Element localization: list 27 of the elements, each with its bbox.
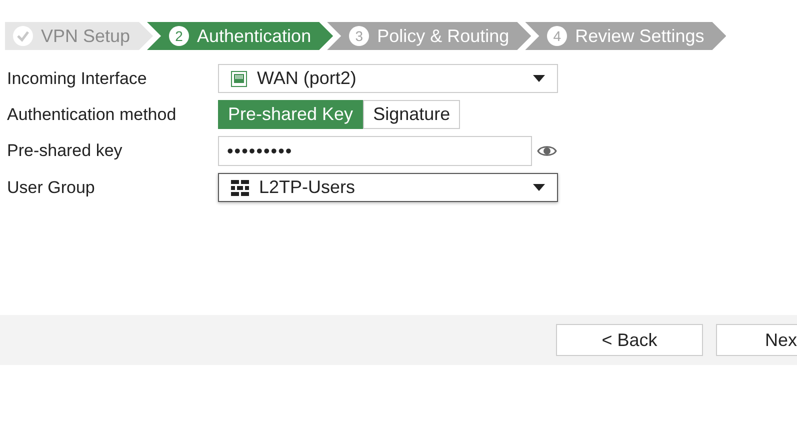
group-icon [231, 180, 249, 196]
field-label: Authentication method [7, 104, 178, 126]
port-icon [231, 70, 247, 86]
method-toggle[interactable]: Signature [363, 100, 460, 129]
eye-icon[interactable] [537, 144, 557, 158]
step-label: Authentication [197, 24, 312, 48]
back-button[interactable]: < Back [556, 324, 703, 356]
dropdown-value: WAN (port2) [257, 67, 358, 90]
check-icon [13, 26, 33, 46]
field-label: User Group [7, 176, 96, 199]
field-label: Incoming Interface [7, 68, 148, 90]
step-label: Review Settings [575, 24, 704, 48]
step-label: VPN Setup [41, 24, 130, 48]
step-number: 3 [349, 26, 370, 46]
next-button[interactable]: Nex [716, 324, 797, 356]
caret-icon [533, 184, 545, 192]
field-label: Pre-shared key [7, 140, 124, 162]
step-number: 4 [547, 26, 568, 46]
step-label: Policy & Routing [377, 24, 510, 48]
wizard-step[interactable]: 2 Authentication [147, 22, 334, 50]
method-toggle[interactable]: Pre-shared Key [218, 100, 364, 129]
interface-dropdown[interactable]: WAN (port2) [218, 64, 558, 93]
password-field[interactable]: ••••••••• [218, 136, 532, 166]
dropdown-value: L2TP-Users [259, 176, 356, 199]
step-number: 2 [169, 26, 189, 46]
caret-icon [533, 74, 545, 82]
user-group-dropdown[interactable]: L2TP-Users [218, 173, 558, 202]
